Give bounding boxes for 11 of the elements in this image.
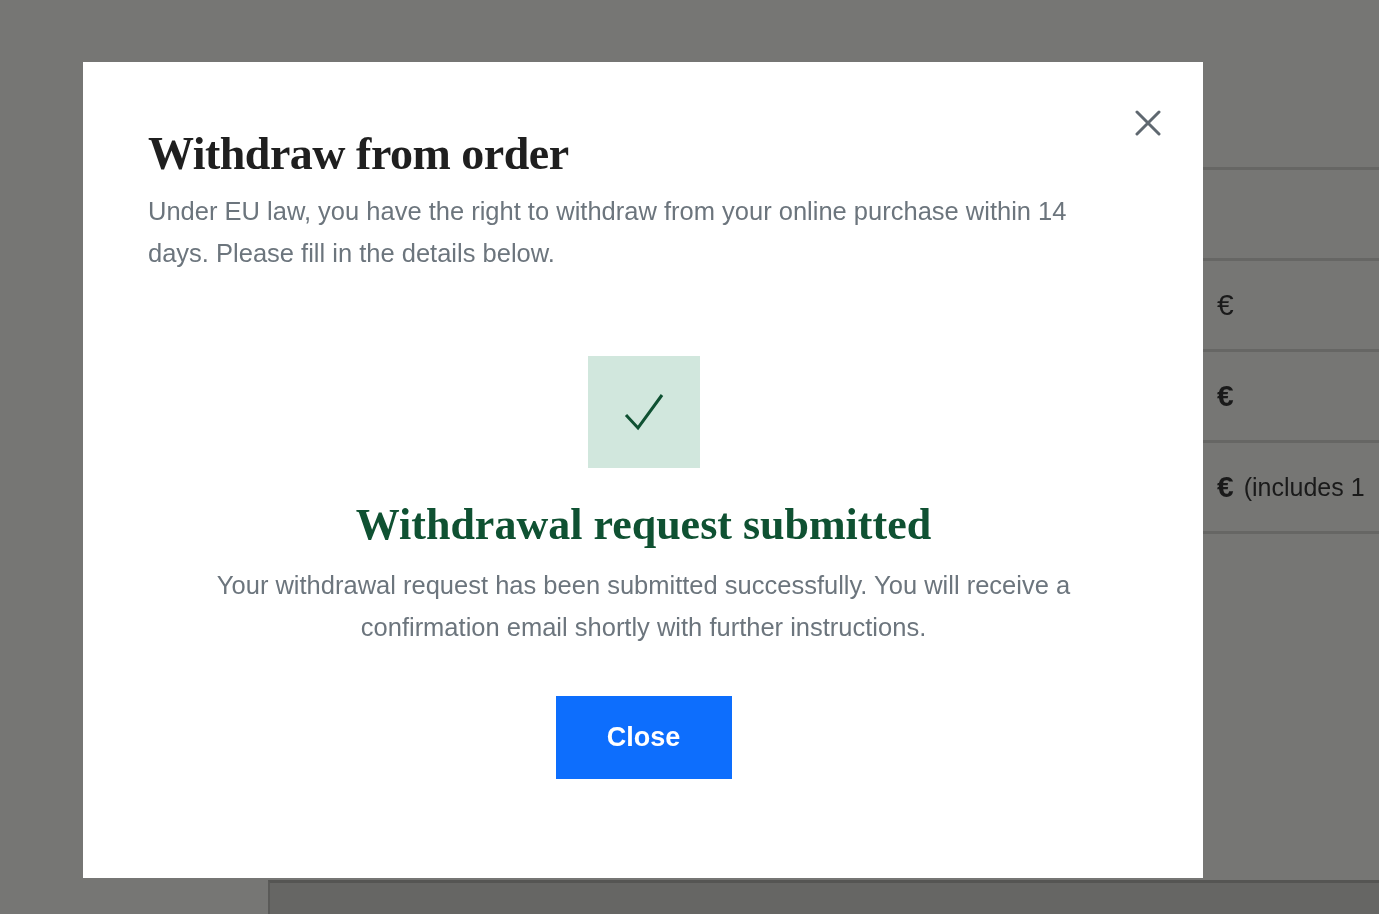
success-message: Your withdrawal request has been submitted successfully. You will receive a confirmation email shortly with further instructions. [215, 570, 1072, 643]
price-text: € [1217, 379, 1234, 413]
dialog-title: Withdraw from order [148, 127, 570, 181]
close-button[interactable]: Close [555, 696, 732, 779]
dialog-description: Under EU law, you have the right to withdraw from your online purchase within 14 days. Please fill in the details below. [148, 196, 1068, 269]
price-note: (includes 1 [1243, 472, 1365, 502]
price-text: € [1217, 288, 1234, 322]
close-icon[interactable] [1135, 110, 1161, 136]
success-title: Withdrawal request submitted [355, 499, 932, 551]
price-text: € [1217, 470, 1234, 504]
checkmark-icon [623, 393, 664, 431]
